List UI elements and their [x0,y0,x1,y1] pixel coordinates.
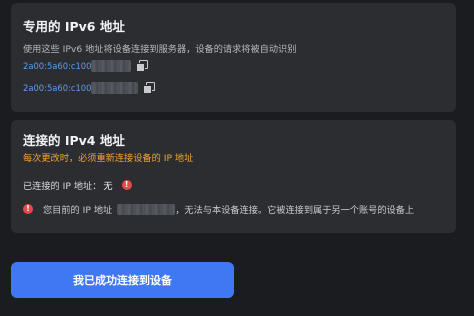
ipv4-card: 连接的 IPv4 地址 每次更改时，必须重新连接设备的 IP 地址 已连接的 I… [11,120,456,233]
error-icon: ! [121,180,132,190]
ipv6-address-row: 2a00:5a60:c100 [23,81,156,95]
ipv4-notice: ! 您目前的 IP 地址 ，无法与本设备连接。它被连接到属于另一个账号的设备上 [23,202,414,216]
error-icon: ! [23,204,33,214]
ipv6-address-2-redacted [91,82,139,94]
connect-success-button[interactable]: 我已成功连接到设备 [11,262,234,298]
copy-icon[interactable] [136,60,149,72]
ipv4-title: 连接的 IPv4 地址 [23,133,125,148]
copy-icon[interactable] [143,82,156,94]
ipv4-status: 已连接的 IP 地址： 无 ! [23,178,132,192]
ipv4-notice-prefix: 您目前的 IP 地址 [43,205,113,216]
ipv4-status-value: 无 [103,181,113,192]
ipv4-warning: 每次更改时，必须重新连接设备的 IP 地址 [23,153,194,164]
ipv6-title: 专用的 IPv6 地址 [23,19,125,34]
current-ip-redacted [117,203,176,215]
ipv6-address-row: 2a00:5a60:c100 [23,59,149,73]
ipv6-address-1-redacted [91,60,132,72]
ipv4-status-label: 已连接的 IP 地址： [23,181,102,192]
ipv6-address-1[interactable]: 2a00:5a60:c100 [23,61,91,71]
ipv6-description: 使用这些 IPv6 地址将设备连接到服务器，设备的请求将被自动识别 [23,44,297,55]
ipv4-notice-suffix: ，无法与本设备连接。它被连接到属于另一个账号的设备上 [175,205,415,216]
ipv6-address-2[interactable]: 2a00:5a60:c100 [23,83,91,93]
ipv6-card: 专用的 IPv6 地址 使用这些 IPv6 地址将设备连接到服务器，设备的请求将… [11,3,456,112]
